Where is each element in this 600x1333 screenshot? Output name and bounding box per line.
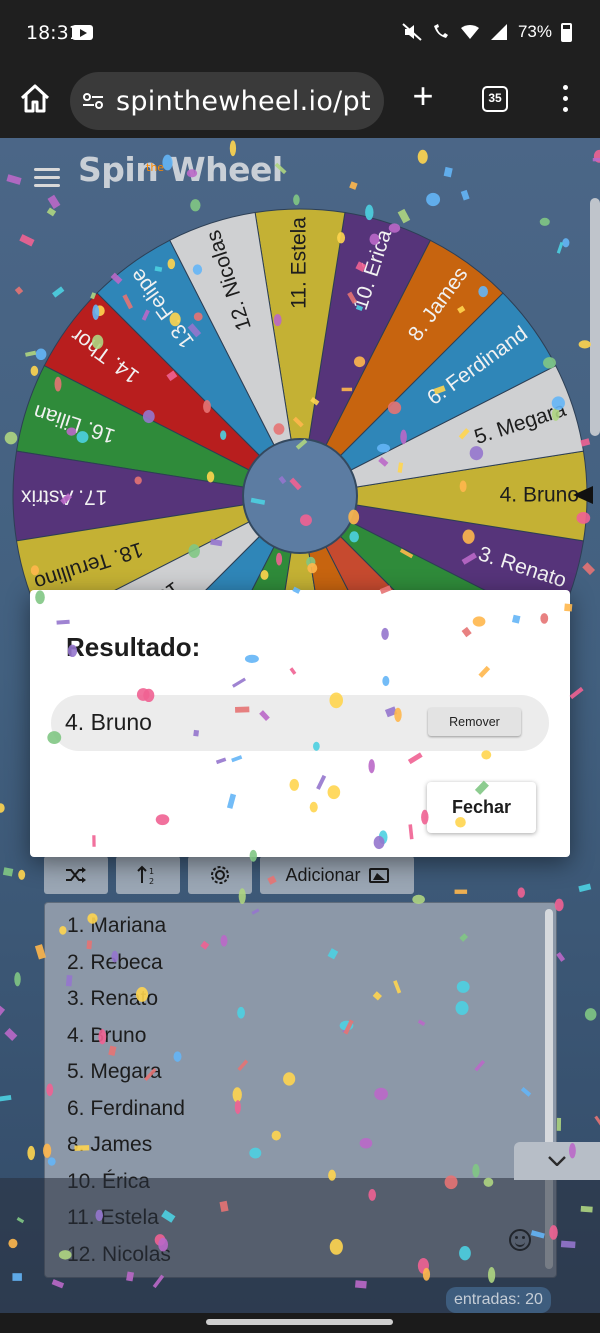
result-dialog: Resultado: 4. Bruno Remover Fechar [30,590,570,857]
collapse-button[interactable] [514,1142,600,1180]
mute-icon [402,23,422,41]
sort-button[interactable]: 12 [116,856,180,894]
address-bar[interactable]: spinthewheel.io/pt [70,72,384,130]
entry-item: 3. Renato [67,987,159,1010]
volte-icon [433,24,448,38]
entry-item: 8. James [67,1133,153,1156]
dialog-title: Resultado: [66,632,201,662]
shuffle-icon [66,867,86,883]
status-bar: 18:31 73% [0,0,600,66]
close-button[interactable]: Fechar [427,782,536,833]
home-icon[interactable] [18,82,52,116]
tab-count-button[interactable]: 35 [482,86,508,112]
entry-item: 5. Megara [67,1060,162,1083]
result-name: 4. Bruno [65,709,152,735]
signal-icon [490,24,507,40]
wheel-segment-label: 4. Bruno [500,484,579,507]
url-text: spinthewheel.io/pt [116,86,371,117]
status-icons: 73% [402,22,572,42]
advanced-settings-button[interactable] [188,856,252,894]
wheel-hub[interactable] [242,438,358,554]
sort-icon: 12 [137,865,154,885]
svg-text:2: 2 [149,877,154,885]
entries-count: entradas: 20 [446,1287,551,1313]
add-image-button[interactable]: Adicionar [260,856,414,894]
remove-button[interactable]: Remover [428,708,521,736]
chevron-down-icon [548,1156,566,1166]
site-settings-icon[interactable] [82,92,104,110]
youtube-icon [72,25,93,40]
result-row: 4. Bruno Remover [51,695,549,751]
browser-toolbar: spinthewheel.io/pt + 35 [0,66,600,138]
new-tab-button[interactable]: + [408,78,438,114]
wheel-segment-label: 17. Astrix [21,485,108,508]
gear-icon [211,866,229,884]
home-gesture-handle[interactable] [206,1319,393,1325]
navigation-bar [0,1313,600,1333]
battery-icon [561,22,572,42]
add-label: Adicionar [285,864,361,885]
entries-toolbar: 12 Adicionar [44,856,414,896]
entry-item: 2. Rebeca [67,950,163,974]
wifi-icon [460,25,479,39]
entry-item: 1. Mariana [67,914,167,937]
image-icon [368,867,389,883]
battery-percent: 73% [517,22,552,41]
entry-item: 4. Bruno [67,1023,147,1047]
wheel-segment-label: 11. Estela [288,217,311,309]
svg-text:1: 1 [149,867,154,876]
entry-item: 6. Ferdinand [67,1096,185,1120]
browser-menu-icon[interactable] [556,82,574,118]
shuffle-button[interactable] [44,856,108,894]
